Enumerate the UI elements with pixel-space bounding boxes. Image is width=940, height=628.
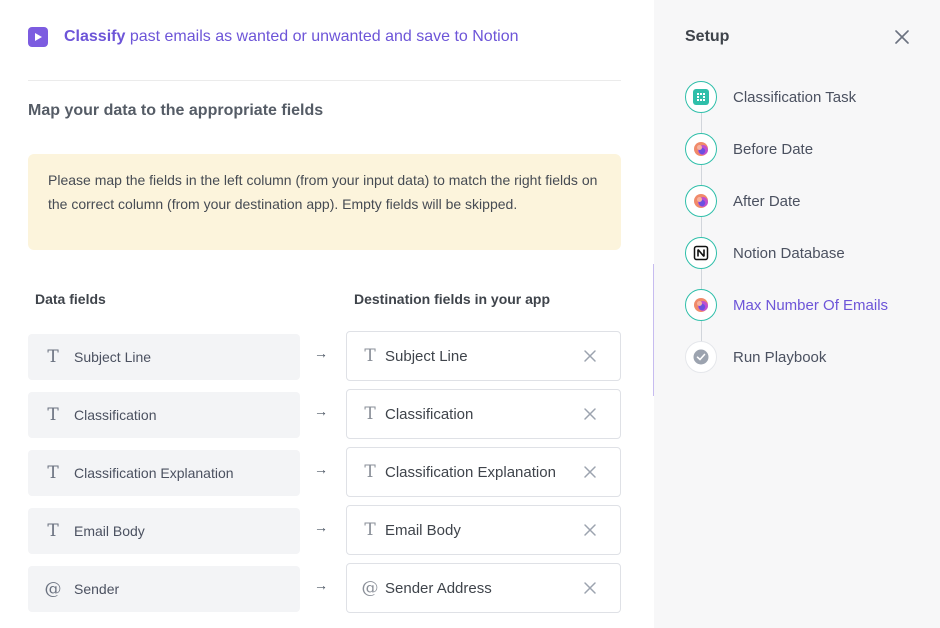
- destination-field[interactable]: T Classification: [346, 389, 621, 439]
- setup-step[interactable]: Run Playbook: [685, 341, 925, 373]
- close-icon[interactable]: [895, 30, 909, 44]
- mapping-row: @ Sender → @ Sender Address: [28, 563, 621, 613]
- setup-panel: Setup Classification Task Before Date Af…: [654, 0, 940, 628]
- text-icon: T: [364, 346, 376, 366]
- setup-title: Setup: [685, 28, 730, 45]
- text-icon: T: [364, 462, 376, 482]
- destination-field-label: Sender Address: [385, 579, 492, 597]
- clear-icon[interactable]: [582, 464, 598, 480]
- divider: [28, 80, 621, 81]
- destination-field[interactable]: T Subject Line: [346, 331, 621, 381]
- source-field: T Subject Line: [28, 334, 300, 380]
- blob-icon: [685, 185, 717, 217]
- check-icon: [685, 341, 717, 373]
- source-field: T Email Body: [28, 508, 300, 554]
- destination-field-label: Classification Explanation: [385, 463, 556, 481]
- arrow-right-icon: →: [314, 519, 328, 535]
- section-title: Map your data to the appropriate fields: [28, 102, 324, 119]
- blob-icon: [685, 289, 717, 321]
- data-fields-header: Data fields: [35, 291, 106, 307]
- arrow-right-icon: →: [314, 345, 328, 361]
- source-field: T Classification Explanation: [28, 450, 300, 496]
- destination-field[interactable]: T Classification Explanation: [346, 447, 621, 497]
- blob-icon: [685, 133, 717, 165]
- grid-icon: [685, 81, 717, 113]
- mapping-row: T Classification → T Classification: [28, 389, 621, 439]
- source-field-label: Email Body: [74, 523, 145, 539]
- setup-step-label: Notion Database: [733, 244, 845, 262]
- mapping-row: T Classification Explanation → T Classif…: [28, 447, 621, 497]
- clear-icon[interactable]: [582, 580, 598, 596]
- source-field-label: Classification: [74, 407, 157, 423]
- clear-icon[interactable]: [582, 406, 598, 422]
- source-field: @ Sender: [28, 566, 300, 612]
- setup-step-label: Max Number Of Emails: [733, 296, 889, 314]
- setup-step[interactable]: Notion Database: [685, 237, 925, 269]
- arrow-right-icon: →: [314, 577, 328, 593]
- source-field-label: Sender: [74, 581, 120, 597]
- text-icon: T: [47, 347, 59, 367]
- destination-field-label: Subject Line: [385, 347, 468, 365]
- mapping-row: T Email Body → T Email Body: [28, 505, 621, 555]
- setup-step-label: Classification Task: [733, 88, 857, 106]
- source-field-label: Subject Line: [74, 349, 152, 365]
- setup-step-label: Before Date: [733, 140, 814, 158]
- at-icon: @: [361, 578, 379, 598]
- destination-field[interactable]: @ Sender Address: [346, 563, 621, 613]
- arrow-right-icon: →: [314, 461, 328, 477]
- main-panel: Classify past emails as wanted or unwant…: [0, 0, 654, 628]
- text-icon: T: [47, 405, 59, 425]
- source-field: T Classification: [28, 392, 300, 438]
- destination-fields-header: Destination fields in your app: [354, 291, 551, 307]
- destination-field-label: Email Body: [385, 521, 461, 539]
- at-icon: @: [44, 579, 62, 599]
- setup-step-label: Run Playbook: [733, 348, 827, 366]
- source-field-label: Classification Explanation: [74, 465, 234, 481]
- info-notice: Please map the fields in the left column…: [28, 154, 621, 250]
- play-icon: [28, 27, 48, 47]
- destination-field[interactable]: T Email Body: [346, 505, 621, 555]
- clear-icon[interactable]: [582, 522, 598, 538]
- arrow-right-icon: →: [314, 403, 328, 419]
- text-icon: T: [47, 521, 59, 541]
- setup-step[interactable]: Before Date: [685, 133, 925, 165]
- setup-step[interactable]: Max Number Of Emails: [685, 289, 925, 321]
- text-icon: T: [364, 404, 376, 424]
- text-icon: T: [364, 520, 376, 540]
- clear-icon[interactable]: [582, 348, 598, 364]
- header: Classify past emails as wanted or unwant…: [28, 26, 519, 48]
- destination-field-label: Classification: [385, 405, 474, 423]
- text-icon: T: [47, 463, 59, 483]
- setup-step[interactable]: After Date: [685, 185, 925, 217]
- setup-step[interactable]: Classification Task: [685, 81, 925, 113]
- mapping-row: T Subject Line → T Subject Line: [28, 331, 621, 381]
- page-title: Classify past emails as wanted or unwant…: [64, 28, 519, 45]
- notion-icon: [685, 237, 717, 269]
- setup-step-label: After Date: [733, 192, 801, 210]
